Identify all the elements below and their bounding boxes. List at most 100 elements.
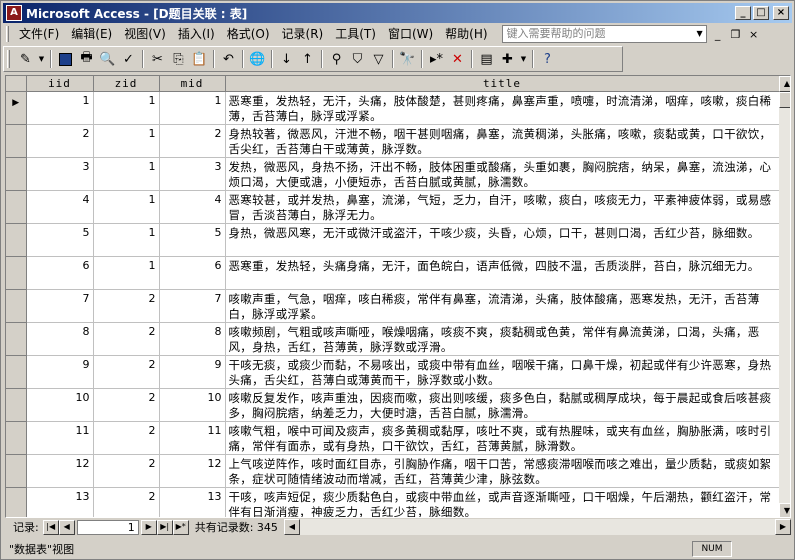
table-row[interactable]: 9 2 9 干咳无痰，或痰少而黏，不易咳出，或痰中带有血丝，咽喉干痛，口鼻干燥，初起或… (6, 355, 780, 389)
view-design-icon[interactable]: ✎ (16, 50, 35, 69)
record-selector[interactable] (6, 223, 27, 257)
record-selector[interactable]: ▶ (6, 91, 27, 125)
record-selector[interactable] (6, 322, 27, 356)
help-icon[interactable]: ? (538, 50, 557, 69)
cell-mid[interactable]: 12 (159, 454, 226, 488)
cell-zid[interactable]: 2 (93, 388, 160, 422)
cell-title[interactable]: 恶寒较甚，或并发热，鼻塞，流涕，气短，乏力，自汗，咳嗽，痰白，咳痰无力，平素神疲… (225, 190, 780, 224)
record-selector[interactable] (6, 124, 27, 158)
undo-icon[interactable]: ↶ (219, 50, 238, 69)
menu-records[interactable]: 记录(R) (276, 25, 330, 43)
cell-zid[interactable]: 1 (93, 190, 160, 224)
cell-zid[interactable]: 1 (93, 223, 160, 257)
next-record-icon[interactable]: ▶ (140, 519, 157, 535)
first-record-icon[interactable]: |◀ (42, 519, 59, 535)
cell-zid[interactable]: 2 (93, 289, 160, 323)
cell-title[interactable]: 干咳无痰，或痰少而黏，不易咳出，或痰中带有血丝，咽喉干痛，口鼻干燥，初起或伴有少… (225, 355, 780, 389)
menu-window[interactable]: 窗口(W) (382, 25, 439, 43)
table-row[interactable]: 12 2 12 上气咳逆阵作，咳时面红目赤，引胸胁作痛，咽干口苦，常感痰滞咽喉而咳之难… (6, 454, 780, 488)
cell-title[interactable]: 上气咳逆阵作，咳时面红目赤，引胸胁作痛，咽干口苦，常感痰滞咽喉而咳之难出，量少质… (225, 454, 780, 488)
table-row[interactable]: 11 2 11 咳嗽气粗，喉中可闻及痰声，痰多黄稠或黏厚，咳吐不爽，或有热腥味，或夹有… (6, 421, 780, 455)
previous-record-icon[interactable]: ◀ (58, 519, 75, 535)
sort-descending-icon[interactable]: ↑ (298, 50, 317, 69)
cell-mid[interactable]: 10 (159, 388, 226, 422)
cell-zid[interactable]: 1 (93, 91, 160, 125)
copy-icon[interactable]: ⎘ (169, 50, 188, 69)
menu-help[interactable]: 帮助(H) (439, 25, 493, 43)
save-icon[interactable] (56, 50, 75, 69)
cell-mid[interactable]: 13 (159, 487, 226, 517)
cell-title[interactable]: 发热，微恶风，身热不扬，汗出不畅，肢体困重或酸痛，头重如裹，胸闷脘痞，纳呆，鼻塞… (225, 157, 780, 191)
record-selector[interactable] (6, 454, 27, 488)
menu-file[interactable]: 文件(F) (13, 25, 65, 43)
find-icon[interactable]: 🔭 (398, 50, 417, 69)
column-header-zid[interactable]: zid (93, 76, 160, 92)
record-number-input[interactable]: 1 (76, 519, 139, 535)
doc-close-icon[interactable]: × (747, 28, 761, 41)
cell-iid[interactable]: 9 (26, 355, 94, 389)
corner-selector[interactable] (6, 76, 27, 92)
scroll-up-icon[interactable]: ▲ (779, 76, 790, 92)
filter-by-form-icon[interactable]: ⛉ (348, 50, 367, 69)
table-row[interactable]: 7 2 7 咳嗽声重，气急，咽痒，咳白稀痰，常伴有鼻塞，流清涕，头痛，肢体酸痛，恶寒发… (6, 289, 780, 323)
last-record-icon[interactable]: ▶| (156, 519, 173, 535)
new-record-nav-icon[interactable]: ▶* (172, 519, 189, 535)
record-selector[interactable] (6, 289, 27, 323)
cell-iid[interactable]: 8 (26, 322, 94, 356)
cell-zid[interactable]: 1 (93, 124, 160, 158)
record-selector[interactable] (6, 355, 27, 389)
record-selector[interactable] (6, 157, 27, 191)
new-record-icon[interactable]: ▸* (427, 50, 446, 69)
cell-title[interactable]: 咳嗽反复发作，咳声重浊，因痰而嗽，痰出则咳缓，痰多色白，黏腻或稠厚成块，每于晨起… (225, 388, 780, 422)
cell-iid[interactable]: 10 (26, 388, 94, 422)
vertical-scrollbar[interactable]: ▲ ▼ (779, 76, 790, 517)
menu-tools[interactable]: 工具(T) (329, 25, 382, 43)
cell-zid[interactable]: 1 (93, 157, 160, 191)
menu-insert[interactable]: 插入(I) (172, 25, 221, 43)
cell-mid[interactable]: 2 (159, 124, 226, 158)
cell-mid[interactable]: 9 (159, 355, 226, 389)
cell-zid[interactable]: 2 (93, 454, 160, 488)
column-header-mid[interactable]: mid (159, 76, 226, 92)
cell-zid[interactable]: 2 (93, 421, 160, 455)
cell-title[interactable]: 咳嗽频剧，气粗或咳声嘶哑，喉燥咽痛，咳痰不爽，痰黏稠或色黄，常伴有鼻流黄涕，口渴… (225, 322, 780, 356)
cell-mid[interactable]: 7 (159, 289, 226, 323)
menu-edit[interactable]: 编辑(E) (65, 25, 118, 43)
record-selector[interactable] (6, 256, 27, 290)
menu-view[interactable]: 视图(V) (118, 25, 172, 43)
table-row[interactable]: 13 2 13 干咳，咳声短促，痰少质黏色白，或痰中带血丝，或声音逐渐嘶哑，口干咽燥，… (6, 487, 780, 517)
cell-mid[interactable]: 6 (159, 256, 226, 290)
cell-title[interactable]: 身热，微恶风寒，无汗或微汗或盗汗，干咳少痰，头昏，心烦，口干，甚则口渴，舌红少苔… (225, 223, 780, 257)
scroll-down-icon[interactable]: ▼ (779, 503, 790, 517)
table-row[interactable]: ▶ 1 1 1 恶寒重，发热轻，无汗，头痛，肢体酸楚，甚则疼痛，鼻塞声重，喷嚏，时流清涕… (6, 91, 780, 125)
cell-title[interactable]: 恶寒重，发热轻，头痛身痛，无汗，面色皖白，语声低微，四肢不温，舌质淡胖，苔白，脉… (225, 256, 780, 290)
cell-title[interactable]: 咳嗽气粗，喉中可闻及痰声，痰多黄稠或黏厚，咳吐不爽，或有热腥味，或夹有血丝，胸胁… (225, 421, 780, 455)
cell-title[interactable]: 咳嗽声重，气急，咽痒，咳白稀痰，常伴有鼻塞，流清涕，头痛，肢体酸痛，恶寒发热，无… (225, 289, 780, 323)
horizontal-scrollbar[interactable]: ◀ ▶ (283, 519, 791, 535)
cell-iid[interactable]: 6 (26, 256, 94, 290)
paste-icon[interactable]: 📋 (190, 50, 209, 69)
table-row[interactable]: 3 1 3 发热，微恶风，身热不扬，汗出不畅，肢体困重或酸痛，头重如裹，胸闷脘痞，纳呆… (6, 157, 780, 191)
cell-mid[interactable]: 1 (159, 91, 226, 125)
scroll-left-icon[interactable]: ◀ (283, 519, 300, 535)
record-selector[interactable] (6, 421, 27, 455)
table-row[interactable]: 4 1 4 恶寒较甚，或并发热，鼻塞，流涕，气短，乏力，自汗，咳嗽，痰白，咳痰无力，平… (6, 190, 780, 224)
column-header-iid[interactable]: iid (26, 76, 94, 92)
record-selector[interactable] (6, 388, 27, 422)
cell-title[interactable]: 干咳，咳声短促，痰少质黏色白，或痰中带血丝，或声音逐渐嘶哑，口干咽燥，午后潮热，… (225, 487, 780, 517)
cut-icon[interactable]: ✂ (148, 50, 167, 69)
access-app-icon[interactable]: A (6, 5, 22, 21)
record-selector[interactable] (6, 190, 27, 224)
help-question-input[interactable]: 键入需要帮助的问题 ▼ (501, 25, 707, 43)
delete-record-icon[interactable]: ✕ (448, 50, 467, 69)
table-row[interactable]: 10 2 10 咳嗽反复发作，咳声重浊，因痰而嗽，痰出则咳缓，痰多色白，黏腻或稠厚成块… (6, 388, 780, 422)
cell-iid[interactable]: 12 (26, 454, 94, 488)
cell-mid[interactable]: 5 (159, 223, 226, 257)
hyperlink-icon[interactable]: 🌐 (248, 50, 267, 69)
filter-by-selection-icon[interactable]: ⚲ (327, 50, 346, 69)
cell-iid[interactable]: 11 (26, 421, 94, 455)
cell-title[interactable]: 恶寒重，发热轻，无汗，头痛，肢体酸楚，甚则疼痛，鼻塞声重，喷嚏，时流清涕，咽痒，… (225, 91, 780, 125)
sort-ascending-icon[interactable]: ↓ (277, 50, 296, 69)
cell-mid[interactable]: 8 (159, 322, 226, 356)
scroll-thumb[interactable] (779, 92, 790, 108)
